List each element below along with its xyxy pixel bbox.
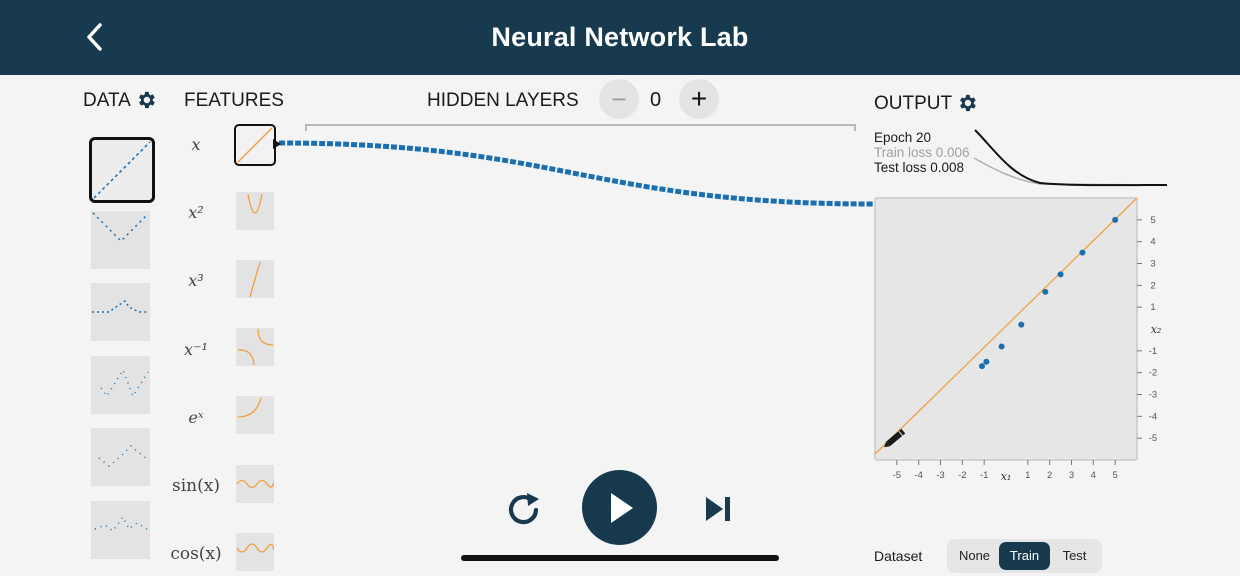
play-icon [610,492,633,523]
loss-curve [973,129,1168,187]
data-point [1079,249,1086,256]
play-button[interactable] [582,470,657,545]
y-tick-label: 5 [1150,215,1155,226]
x-tick-label: -3 [936,470,944,481]
epoch-text: Epoch 20 [874,130,932,145]
dataset-label: Dataset [874,548,923,564]
x-tick-label: 4 [1091,470,1096,481]
data-point [1018,321,1025,328]
y-axis-label: x₂ [1151,323,1162,336]
test-loss-text: Test loss 0.008 [874,160,965,175]
y-tick-label: -3 [1149,390,1157,401]
y-tick-label: -2 [1149,368,1157,379]
data-point [978,363,985,370]
step-forward-icon [706,497,730,521]
step-forward-button[interactable] [698,489,738,529]
x-tick-label: 2 [1047,470,1052,481]
y-tick-label: 2 [1150,280,1155,291]
y-tick-label: -1 [1149,346,1157,357]
x-tick-label: -1 [980,470,988,481]
dataset-option-test[interactable]: Test [1050,542,1099,570]
y-tick-label: -5 [1149,433,1157,444]
x-tick-label: 3 [1069,470,1074,481]
hidden-layers-bracket [305,124,856,131]
reset-button[interactable] [502,487,546,531]
home-indicator [461,555,779,561]
y-tick-label: 3 [1150,259,1155,270]
weight-connection[interactable] [278,140,875,207]
output-plot[interactable]: -5 -4 -3 -2 -1 1 2 3 4 5 x₁ 5 4 3 2 1 -1 -2 -3 -4 -5 x₂ [870,195,1170,495]
y-tick-label: -4 [1149,411,1157,422]
output-label: OUTPUT [874,93,953,114]
train-loss-text: Train loss 0.006 [874,145,970,160]
data-point [1112,216,1119,223]
y-tick-label: 1 [1150,302,1155,313]
test-loss-curve [974,129,1168,187]
data-point [1042,288,1049,295]
dataset-segmented-control: None Train Test [947,539,1102,573]
x-tick-label: 5 [1113,470,1118,481]
y-tick-label: 4 [1150,237,1155,248]
x-axis-label: x₁ [1001,470,1012,483]
data-point [998,343,1005,350]
dataset-option-train[interactable]: Train [999,542,1050,570]
x-tick-label: -2 [958,470,966,481]
dataset-option-none[interactable]: None [950,542,999,570]
feature-output-node [273,139,281,149]
x-tick-label: 1 [1025,470,1030,481]
train-loss-curve [973,157,1168,186]
x-tick-label: -5 [893,470,901,481]
reset-icon [508,493,539,525]
x-tick-label: -4 [914,470,922,481]
output-settings-gear-icon[interactable] [956,92,978,114]
data-point [1057,271,1064,278]
training-stats: Epoch 20 Train loss 0.006 Test loss 0.00… [874,130,970,175]
data-point [983,358,990,365]
